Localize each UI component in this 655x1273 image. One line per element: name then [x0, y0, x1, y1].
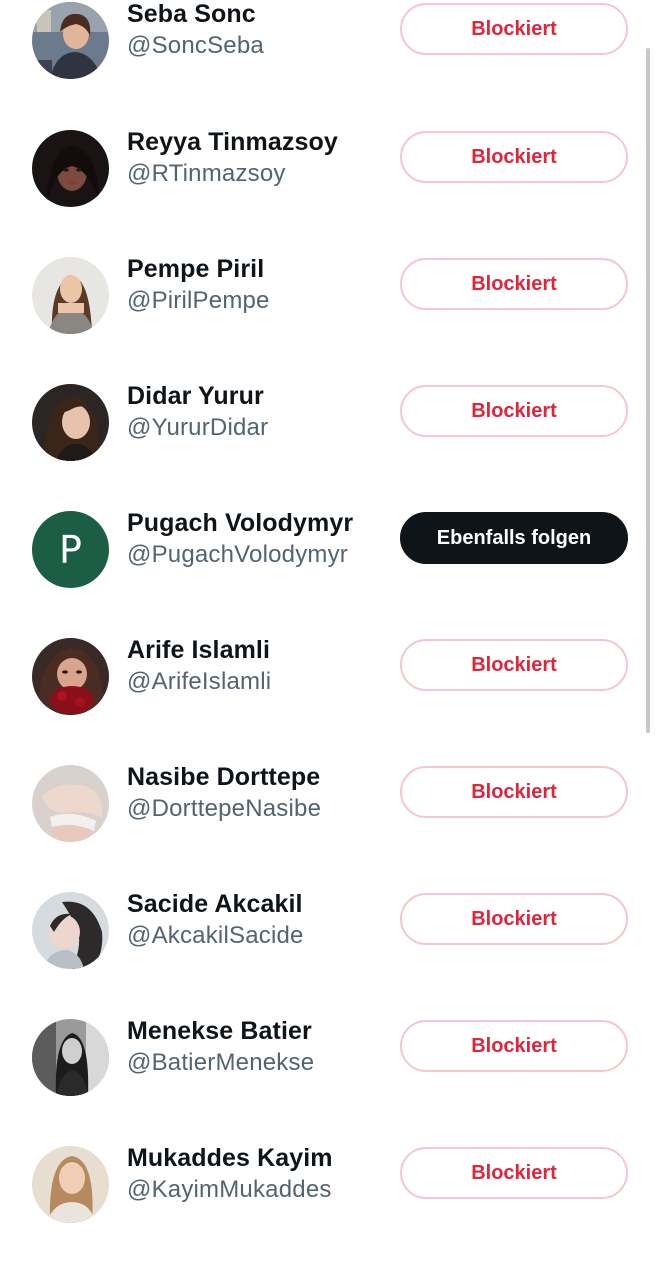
avatar[interactable]	[32, 130, 109, 207]
avatar[interactable]	[32, 892, 109, 969]
blocked-button[interactable]: Blockiert	[400, 258, 628, 310]
avatar[interactable]	[32, 765, 109, 842]
blocked-button[interactable]: Blockiert	[400, 385, 628, 437]
avatar[interactable]: P	[32, 511, 109, 588]
list-item[interactable]: Didar Yurur @YururDidar Blockiert	[0, 382, 640, 511]
user-name[interactable]: Pempe Piril	[127, 255, 264, 284]
user-name[interactable]: Pugach Volodymyr	[127, 509, 353, 538]
list-item[interactable]: Sacide Akcakil @AkcakilSacide Blockiert	[0, 890, 640, 1019]
list-item[interactable]: Nasibe Dorttepe @DorttepeNasibe Blockier…	[0, 763, 640, 892]
user-name[interactable]: Didar Yurur	[127, 382, 264, 411]
user-handle: @DorttepeNasibe	[127, 795, 322, 822]
user-handle: @PugachVolodymyr	[127, 541, 349, 568]
user-handle: @AkcakilSacide	[127, 922, 304, 949]
user-name[interactable]: Menekse Batier	[127, 1017, 312, 1046]
user-list: Seba Sonc @SoncSeba Blockiert Reyya Tinm…	[0, 0, 655, 1223]
user-handle: @RTinmazsoy	[127, 160, 286, 187]
avatar[interactable]	[32, 384, 109, 461]
avatar[interactable]	[32, 2, 109, 79]
blocked-button[interactable]: Blockiert	[400, 1020, 628, 1072]
user-handle: @BatierMenekse	[127, 1049, 315, 1076]
scrollbar[interactable]	[646, 48, 650, 733]
user-handle: @PirilPempe	[127, 287, 270, 314]
blocked-button[interactable]: Blockiert	[400, 3, 628, 55]
blocked-button[interactable]: Blockiert	[400, 893, 628, 945]
avatar[interactable]	[32, 257, 109, 334]
avatar[interactable]	[32, 1146, 109, 1223]
user-handle: @YururDidar	[127, 414, 269, 441]
user-handle: @SoncSeba	[127, 32, 264, 59]
list-item[interactable]: Reyya Tinmazsoy @RTinmazsoy Blockiert	[0, 128, 640, 257]
list-item[interactable]: P Pugach Volodymyr @PugachVolodymyr Eben…	[0, 509, 640, 638]
user-name[interactable]: Sacide Akcakil	[127, 890, 303, 919]
user-handle: @ArifeIslamli	[127, 668, 272, 695]
blocked-button[interactable]: Blockiert	[400, 131, 628, 183]
blocked-button[interactable]: Blockiert	[400, 1147, 628, 1199]
blocked-button[interactable]: Blockiert	[400, 766, 628, 818]
blocked-button[interactable]: Blockiert	[400, 639, 628, 691]
avatar[interactable]	[32, 1019, 109, 1096]
avatar[interactable]	[32, 638, 109, 715]
follow-back-button[interactable]: Ebenfalls folgen	[400, 512, 628, 564]
user-name[interactable]: Arife Islamli	[127, 636, 270, 665]
user-name[interactable]: Nasibe Dorttepe	[127, 763, 320, 792]
list-item[interactable]: Arife Islamli @ArifeIslamli Blockiert	[0, 636, 640, 765]
list-item[interactable]: Mukaddes Kayim @KayimMukaddes Blockiert	[0, 1144, 640, 1273]
list-item[interactable]: Seba Sonc @SoncSeba Blockiert	[0, 0, 640, 129]
user-name[interactable]: Seba Sonc	[127, 0, 256, 29]
list-item[interactable]: Pempe Piril @PirilPempe Blockiert	[0, 255, 640, 384]
list-item[interactable]: Menekse Batier @BatierMenekse Blockiert	[0, 1017, 640, 1146]
user-name[interactable]: Mukaddes Kayim	[127, 1144, 333, 1173]
user-name[interactable]: Reyya Tinmazsoy	[127, 128, 338, 157]
